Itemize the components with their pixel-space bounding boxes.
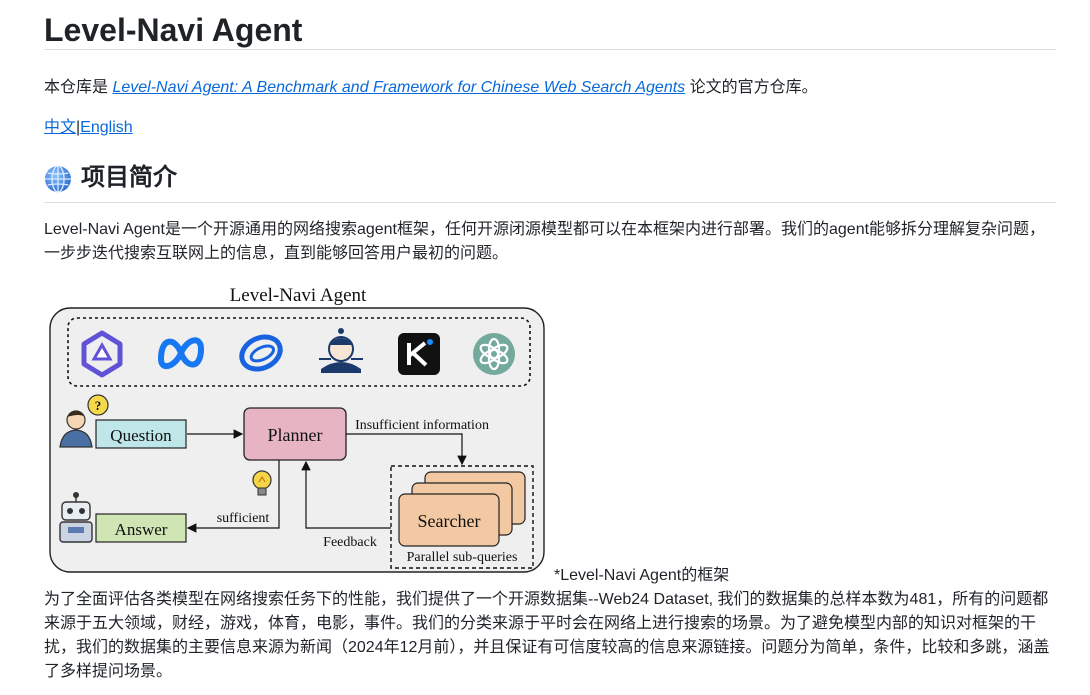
repo-intro: 本仓库是 Level-Navi Agent: A Benchmark and F… (44, 76, 818, 100)
section-heading: 项目简介 (44, 160, 1056, 203)
section-heading-text: 项目简介 (81, 164, 177, 191)
figure-title: Level-Navi Agent (230, 285, 367, 306)
readme-content: Level-Navi Agent 本仓库是 Level-Navi Agent: … (44, 0, 1056, 680)
lang-zh-link[interactable]: 中文 (44, 119, 76, 136)
openai-logo (473, 333, 515, 375)
page-title: Level-Navi Agent (44, 0, 1056, 50)
question-label: Question (110, 426, 172, 445)
framework-figure: Level-Navi Agent ? Question Planner Insu… (44, 282, 550, 581)
answer-label: Answer (115, 520, 168, 539)
globe-icon (45, 165, 71, 193)
svg-text:?: ? (95, 398, 102, 413)
paper-link[interactable]: Level-Navi Agent: A Benchmark and Framew… (112, 79, 685, 96)
framework-diagram: Level-Navi Agent ? Question Planner Insu… (49, 285, 545, 573)
insufficient-label: Insufficient information (355, 418, 489, 433)
planner-label: Planner (268, 425, 323, 445)
dataset-paragraph: 为了全面评估各类模型在网络搜索任务下的性能，我们提供了一个开源数据集--Web2… (44, 591, 1050, 680)
lang-en-link[interactable]: English (80, 119, 132, 136)
repo-intro-prefix: 本仓库是 (44, 79, 113, 96)
feedback-label: Feedback (323, 535, 377, 550)
kimi-logo (398, 333, 440, 375)
parallel-label: Parallel sub-queries (407, 550, 518, 565)
intro-paragraph: Level-Navi Agent是一个开源通用的网络搜索agent框架，任何开源… (44, 221, 1046, 262)
repo-intro-suffix: 论文的官方仓库。 (685, 79, 818, 96)
searcher-label: Searcher (418, 511, 481, 531)
sufficient-label: sufficient (217, 511, 270, 526)
language-links: 中文|English (44, 116, 133, 140)
figure-caption: *Level-Navi Agent的框架 (554, 567, 730, 584)
